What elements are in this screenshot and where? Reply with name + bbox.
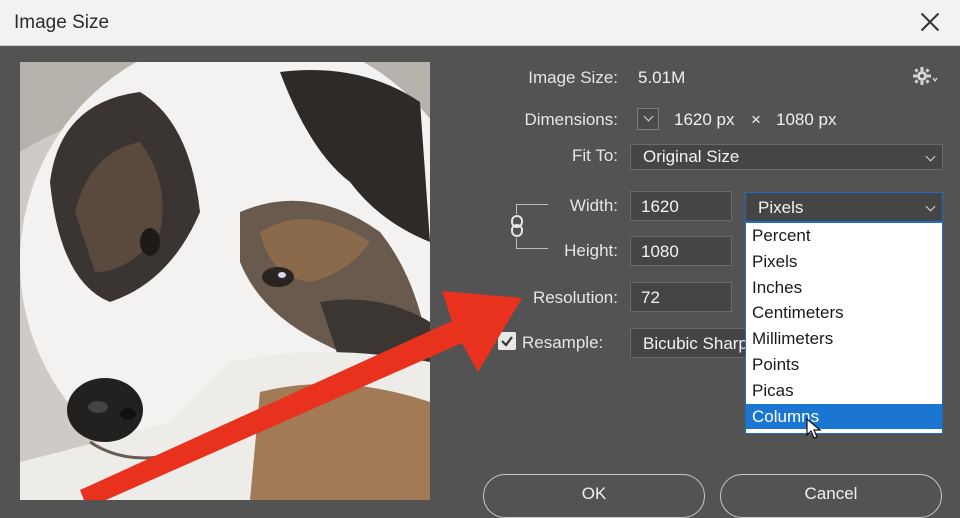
annotation-arrow-icon <box>80 291 522 500</box>
